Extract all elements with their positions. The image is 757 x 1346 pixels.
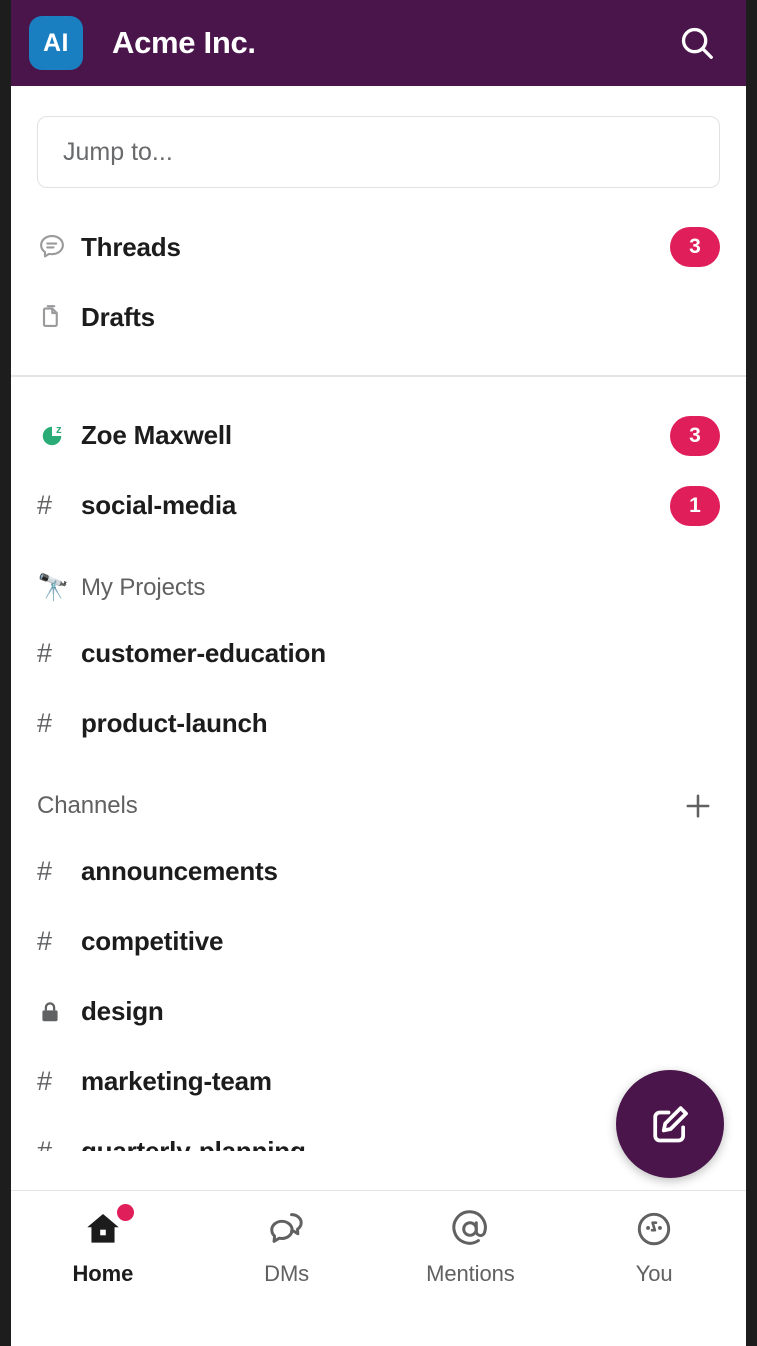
nav-tab-dms[interactable]: DMs: [195, 1203, 379, 1287]
workspace-initials: AI: [43, 28, 69, 57]
section-header-my-projects[interactable]: 🔭 My Projects: [11, 557, 746, 619]
home-icon-wrap: [82, 1203, 134, 1255]
nav-tab-mentions[interactable]: Mentions: [379, 1203, 563, 1287]
sidebar-item-drafts[interactable]: Drafts: [37, 282, 720, 352]
you-icon-wrap: [633, 1203, 675, 1255]
section-title: My Projects: [81, 573, 206, 601]
section-title: Channels: [37, 791, 138, 819]
jump-to-box[interactable]: [37, 116, 720, 188]
unread-badge: 3: [670, 227, 720, 267]
dms-bubbles-icon: [269, 1213, 303, 1243]
telescope-emoji: 🔭: [37, 572, 70, 602]
add-channel-button[interactable]: [676, 789, 720, 823]
section-divider: [11, 375, 746, 377]
lock-icon-wrap: [37, 999, 81, 1025]
sidebar-item-label: Threads: [81, 231, 181, 262]
hash-icon: #: [37, 1136, 53, 1152]
workspace-avatar[interactable]: AI: [29, 16, 83, 70]
mentions-icon-wrap: [449, 1203, 491, 1255]
nav-tab-label: DMs: [264, 1261, 310, 1286]
sidebar-item-product-launch[interactable]: # product-launch: [37, 689, 720, 759]
sidebar-item-label: customer-education: [81, 638, 326, 668]
hash-icon: #: [37, 490, 53, 520]
unread-badge: 1: [670, 485, 720, 526]
threads-icon-wrap: [37, 232, 81, 262]
svg-text:z: z: [56, 423, 62, 435]
hash-icon-wrap: #: [37, 858, 81, 885]
plus-icon: [686, 794, 710, 817]
compose-pencil-icon: [653, 1106, 688, 1143]
hash-icon: #: [37, 638, 53, 668]
sidebar-item-label: marketing-team: [81, 1066, 272, 1096]
home-unread-dot: [116, 1204, 134, 1221]
sidebar-item-label: Zoe Maxwell: [81, 420, 232, 450]
sidebar-item-threads[interactable]: Threads 3: [37, 212, 720, 282]
presence-away-icon: z: [42, 423, 62, 445]
search-icon: [681, 27, 713, 59]
sidebar-item-label: social-media: [81, 490, 237, 520]
hash-icon: #: [37, 856, 53, 886]
workspace-title[interactable]: Acme Inc.: [112, 25, 256, 61]
nav-tab-label: Mentions: [426, 1261, 515, 1286]
app-header: AI Acme Inc.: [11, 0, 746, 86]
face-avatar-icon: [637, 1212, 671, 1246]
sidebar-item-label: competitive: [81, 926, 224, 956]
sidebar-item-label: product-launch: [81, 708, 268, 738]
nav-tab-label: You: [635, 1261, 673, 1286]
slack-mobile-app: AI Acme Inc. Jump to... Threads 3 Drafts…: [11, 0, 746, 1346]
hash-icon-wrap: #: [37, 1136, 81, 1152]
hash-icon-wrap: #: [37, 492, 81, 519]
sidebar-item-label: design: [81, 996, 164, 1026]
hash-icon: #: [37, 1066, 53, 1096]
hash-icon: #: [37, 708, 53, 738]
hash-icon-wrap: #: [37, 1068, 81, 1095]
sidebar-item-design[interactable]: design: [37, 977, 720, 1047]
sidebar-item-label: announcements: [81, 856, 278, 886]
hash-icon-wrap: #: [37, 928, 81, 955]
sidebar-scroll-area[interactable]: Threads 3 Drafts: [11, 86, 746, 1151]
recents-section: z Zoe Maxwell 3 # social-media 1: [11, 401, 746, 541]
hash-icon-wrap: #: [37, 710, 81, 737]
drafts-pages-icon: [42, 305, 58, 327]
threads-bubble-icon: [40, 234, 64, 258]
sidebar-item-label: Drafts: [81, 301, 155, 332]
sidebar-item-announcements[interactable]: # announcements: [37, 837, 720, 907]
nav-tab-home[interactable]: Home: [11, 1203, 195, 1287]
sidebar-item-social-media[interactable]: # social-media 1: [37, 471, 720, 541]
quick-nav-section: Threads 3 Drafts: [11, 212, 746, 352]
search-button[interactable]: [674, 20, 720, 66]
dms-icon-wrap: [266, 1203, 308, 1255]
hash-icon-wrap: #: [37, 640, 81, 667]
sidebar-item-customer-education[interactable]: # customer-education: [37, 619, 720, 689]
sidebar-item-zoe-maxwell[interactable]: z Zoe Maxwell 3: [37, 401, 720, 471]
jump-to-wrapper: [11, 86, 746, 188]
unread-badge: 3: [670, 415, 720, 456]
presence-icon-wrap: z: [37, 421, 81, 451]
sidebar-item-competitive[interactable]: # competitive: [37, 907, 720, 977]
lock-icon: [42, 1001, 58, 1021]
nav-tab-you[interactable]: You: [562, 1203, 746, 1287]
compose-button[interactable]: [616, 1070, 724, 1178]
nav-tab-label: Home: [72, 1261, 134, 1286]
bottom-navigation: Home DMs Mentions You: [11, 1190, 746, 1310]
at-mention-icon: [452, 1210, 488, 1245]
sidebar-item-marketing-team[interactable]: # marketing-team: [37, 1047, 720, 1117]
drafts-icon-wrap: [37, 302, 81, 332]
search-input[interactable]: [63, 137, 694, 167]
section-header-channels[interactable]: Channels: [11, 775, 746, 837]
my-projects-items: # customer-education # product-launch: [11, 619, 746, 759]
hash-icon: #: [37, 926, 53, 956]
